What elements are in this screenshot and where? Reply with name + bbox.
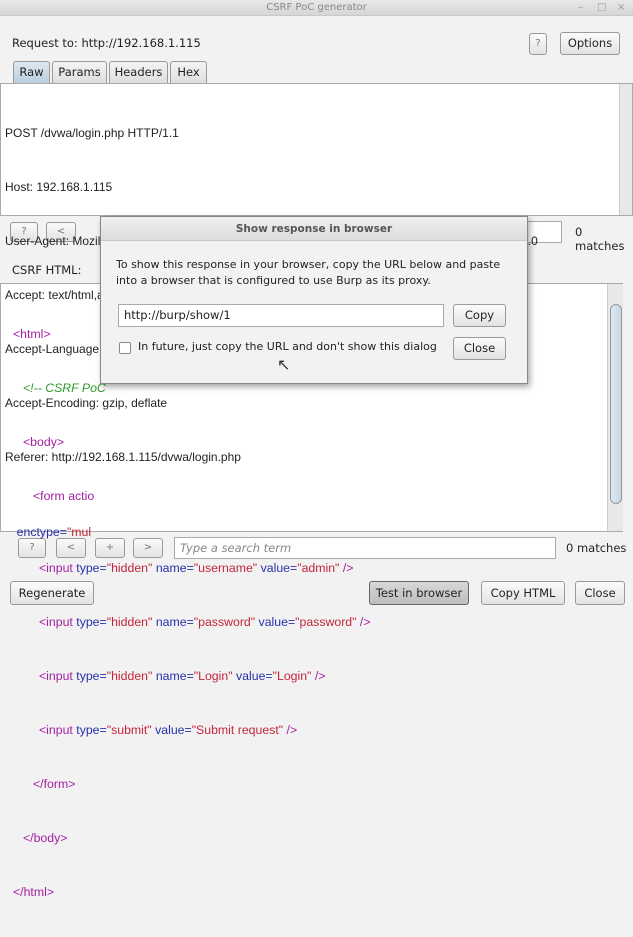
next-button[interactable]: > [133,538,163,558]
window-title-bar: CSRF PoC generator [0,0,633,16]
show-response-dialog: Show response in browser To show this re… [100,216,528,384]
url-field[interactable]: http://burp/show/1 [118,304,444,327]
mouse-cursor-icon: ↖ [277,355,291,374]
copy-html-button[interactable]: Copy HTML [481,581,565,605]
help-button-bottom[interactable]: ? [18,538,46,558]
add-button[interactable]: + [95,538,125,558]
test-in-browser-button[interactable]: Test in browser [369,581,469,605]
maximize-button[interactable]: □ [597,2,606,13]
dont-show-label[interactable]: In future, just copy the URL and don't s… [138,340,437,353]
search-input-bottom[interactable]: Type a search term [174,537,556,559]
dialog-copy-button[interactable]: Copy [453,304,506,327]
request-to-label: Request to: http://192.168.1.115 [12,36,201,50]
code-token: </html> [13,885,55,899]
prev-button[interactable]: < [56,538,86,558]
request-line: Host: 192.168.1.115 [5,180,113,194]
code-token: </form> [33,777,76,791]
request-editor[interactable]: POST /dvwa/login.php HTTP/1.1 Host: 192.… [0,83,633,464]
tab-raw[interactable]: Raw [13,61,50,83]
code-line: <input type="hidden" name="username" val… [39,561,354,575]
window-title: CSRF PoC generator [266,2,367,13]
tab-params[interactable]: Params [52,61,107,83]
dont-show-checkbox[interactable] [119,342,131,354]
minimize-button[interactable]: – [578,2,583,13]
tab-hex[interactable]: Hex [170,61,207,83]
tab-headers[interactable]: Headers [109,61,168,83]
dialog-message: To show this response in your browser, c… [116,258,501,287]
request-line: POST /dvwa/login.php HTTP/1.1 [5,126,179,140]
code-token: "mul [66,525,92,539]
request-line: Referer: http://192.168.1.115/dvwa/login… [5,450,241,464]
code-token: = [59,525,67,539]
code-token: enctype [16,525,60,539]
close-button[interactable]: Close [575,581,625,605]
code-line: <input type="hidden" name="password" val… [39,615,371,629]
dialog-close-button[interactable]: Close [453,337,506,360]
options-button[interactable]: Options [560,32,620,55]
request-line: Accept-Encoding: gzip, deflate [5,396,168,410]
match-count-bottom: 0 matches [566,541,627,555]
window-close-button[interactable]: × [617,2,625,13]
code-line: <input type="submit" value="Submit reque… [39,723,298,737]
code-line: <input type="hidden" name="Login" value=… [39,669,326,683]
dialog-title: Show response in browser [101,217,527,241]
regenerate-button[interactable]: Regenerate [10,581,94,605]
help-button[interactable]: ? [529,33,547,55]
code-token: </body> [23,831,68,845]
